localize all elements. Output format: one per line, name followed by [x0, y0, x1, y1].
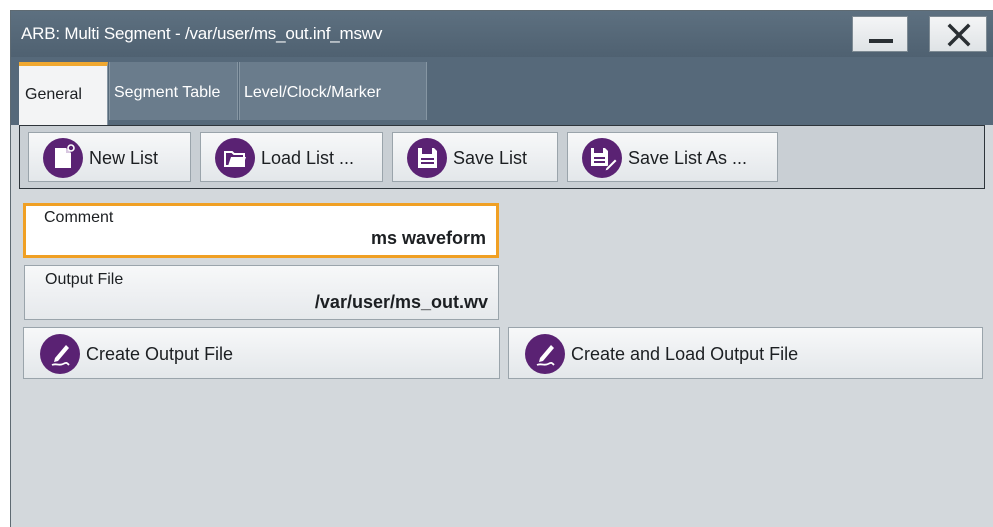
- tab-segment-table[interactable]: Segment Table: [109, 62, 238, 120]
- comment-field[interactable]: Comment ms waveform: [23, 203, 499, 258]
- output-file-field[interactable]: Output File /var/user/ms_out.wv: [24, 265, 499, 320]
- pen-icon: [40, 334, 80, 374]
- open-folder-icon: [215, 138, 255, 178]
- output-file-value: /var/user/ms_out.wv: [314, 292, 488, 312]
- load-list-button[interactable]: Load List ...: [200, 132, 383, 182]
- tab-general[interactable]: General: [19, 62, 108, 125]
- create-output-file-button[interactable]: Create Output File: [23, 327, 500, 379]
- save-list-button[interactable]: Save List: [392, 132, 558, 182]
- tab-bar: General Segment Table Level/Clock/Marker: [11, 57, 993, 125]
- new-list-label: New List: [89, 148, 159, 168]
- save-icon: [407, 138, 447, 178]
- save-list-as-button[interactable]: Save List As ...: [567, 132, 778, 182]
- comment-label: Comment: [44, 209, 114, 226]
- tab-level-clock-marker[interactable]: Level/Clock/Marker: [239, 62, 427, 120]
- minimize-icon: [869, 39, 893, 43]
- new-list-button[interactable]: New List: [28, 132, 191, 182]
- load-list-label: Load List ...: [261, 148, 355, 168]
- list-toolbar: New List Load List ... Save List Save Li…: [19, 125, 985, 189]
- title-bar: ARB: Multi Segment - /var/user/ms_out.in…: [11, 11, 993, 57]
- output-file-label: Output File: [45, 271, 124, 288]
- comment-value: ms waveform: [370, 228, 486, 248]
- pen-icon: [525, 334, 565, 374]
- create-and-load-output-file-label: Create and Load Output File: [571, 344, 799, 364]
- close-button[interactable]: [929, 16, 987, 52]
- create-output-file-label: Create Output File: [86, 344, 234, 364]
- close-icon: [947, 23, 971, 47]
- save-as-icon: [582, 138, 622, 178]
- save-list-as-label: Save List As ...: [628, 148, 748, 168]
- minimize-button[interactable]: [852, 16, 908, 52]
- arb-multi-segment-dialog: ARB: Multi Segment - /var/user/ms_out.in…: [10, 10, 993, 527]
- new-file-icon: [43, 138, 83, 178]
- create-and-load-output-file-button[interactable]: Create and Load Output File: [508, 327, 983, 379]
- save-list-label: Save List: [453, 148, 528, 168]
- window-title: ARB: Multi Segment - /var/user/ms_out.in…: [21, 24, 383, 43]
